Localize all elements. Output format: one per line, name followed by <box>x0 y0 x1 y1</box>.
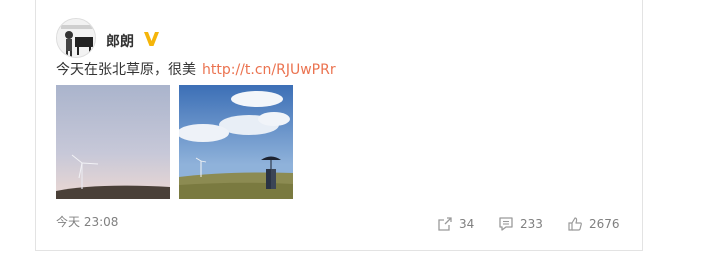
post-photo-1[interactable] <box>56 85 170 199</box>
post-text: 今天在张北草原，很美 http://t.cn/RJUwPRr <box>56 61 336 79</box>
repost-icon <box>438 217 452 231</box>
username[interactable]: 郎朗 <box>106 31 134 51</box>
comment-count: 233 <box>520 217 543 231</box>
comment-icon <box>499 217 513 231</box>
thumbs-up-icon <box>568 217 582 231</box>
like-button[interactable]: 2676 <box>567 216 620 232</box>
grassland-photo <box>179 85 293 199</box>
post-text-body: 今天在张北草原，很美 <box>56 62 196 78</box>
verified-badge-icon[interactable] <box>143 31 160 47</box>
post-photo-2[interactable] <box>179 85 293 199</box>
like-count: 2676 <box>589 217 620 231</box>
user-avatar[interactable] <box>56 18 96 58</box>
post-link[interactable]: http://t.cn/RJUwPRr <box>202 62 336 78</box>
avatar-image <box>57 19 95 57</box>
repost-count: 34 <box>459 217 475 231</box>
comment-button[interactable]: 233 <box>498 216 543 232</box>
post-timestamp[interactable]: 今天 23:08 <box>56 213 118 230</box>
repost-button[interactable]: 34 <box>437 216 474 232</box>
weibo-post-card: 郎朗 今天在张北草原，很美 http://t.cn/RJUwPRr 今天 23:… <box>35 0 643 251</box>
wind-turbine-photo <box>56 85 170 199</box>
